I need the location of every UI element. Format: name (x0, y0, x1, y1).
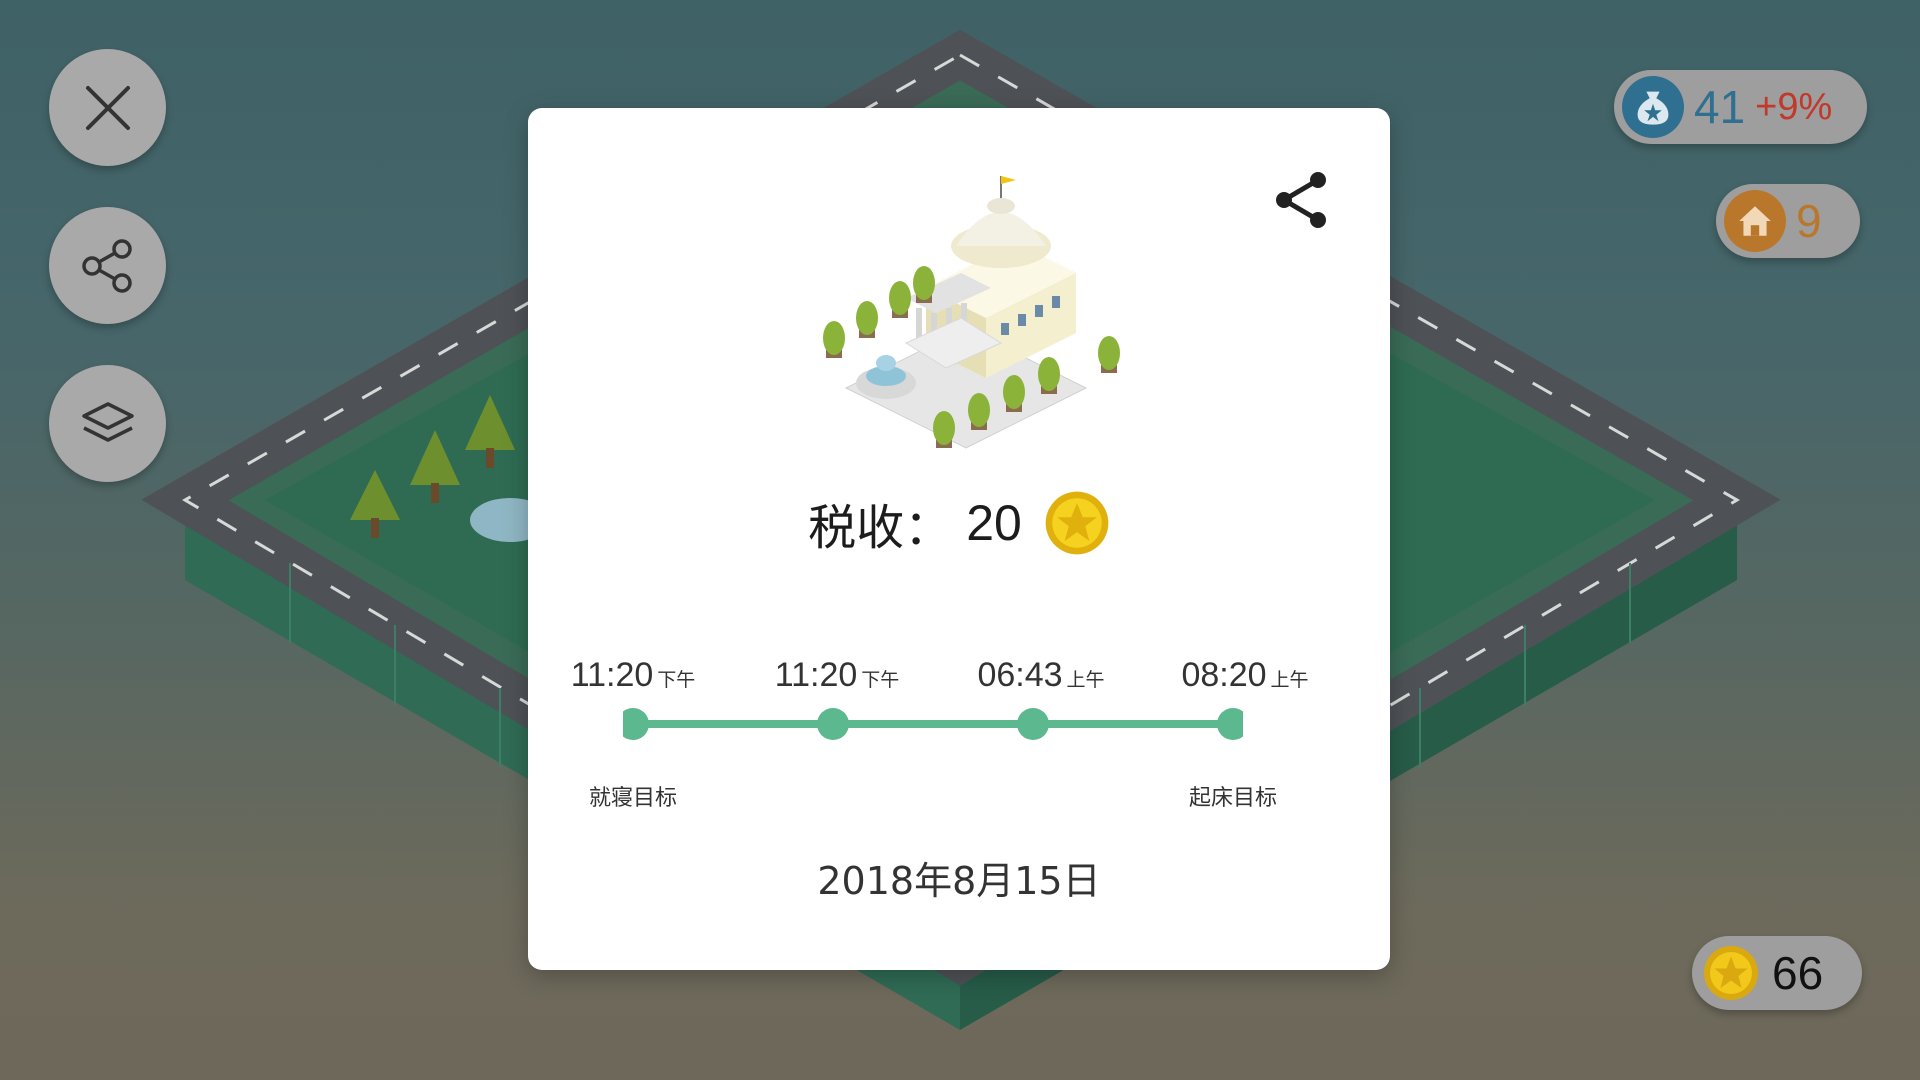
timeline-node (1017, 708, 1049, 740)
time-label-4: 08:20 上午 (1181, 656, 1309, 694)
population-change: +9% (1755, 85, 1833, 128)
house-icon (1724, 190, 1786, 252)
houses-stat: 9 (1716, 184, 1860, 258)
timeline-node (623, 708, 649, 740)
close-button[interactable] (49, 49, 166, 166)
tax-row: 税收： 20 (528, 483, 1390, 563)
layers-button[interactable] (49, 365, 166, 482)
city-hall-illustration (823, 176, 1120, 449)
date-text: 2018年8月15日 (817, 859, 1101, 903)
houses-value: 9 (1796, 195, 1822, 247)
time-label-2: 11:20 下午 (774, 656, 900, 694)
coins-value: 66 (1772, 947, 1824, 999)
time-label-1: 11:20 下午 (570, 656, 696, 694)
bedtime-goal-label: 就寝目标 (588, 786, 677, 811)
coins-stat: 66 (1692, 936, 1862, 1010)
tax-report-dialog: 税收： 20 11:20 下午 11:20 下午 06:43 上午 08:20 上午 就… (528, 108, 1390, 970)
sleep-timeline (623, 708, 1243, 740)
wakeup-goal-label: 起床目标 (1188, 786, 1277, 811)
time-label-3: 06:43 上午 (977, 656, 1105, 694)
share-icon[interactable] (1272, 168, 1332, 232)
coin-icon (1700, 942, 1762, 1004)
coin-icon (1045, 491, 1109, 555)
population-stat: 41 +9% (1614, 70, 1867, 144)
timeline-node (817, 708, 849, 740)
money-bag-icon (1622, 76, 1684, 138)
layers-icon (81, 401, 134, 442)
tax-value: 20 (966, 495, 1022, 551)
tax-label: 税收： (808, 500, 953, 556)
close-icon (85, 85, 130, 130)
timeline-node (1217, 708, 1243, 740)
share-button[interactable] (49, 207, 166, 324)
share-icon (81, 238, 132, 293)
population-value: 41 (1694, 81, 1746, 133)
